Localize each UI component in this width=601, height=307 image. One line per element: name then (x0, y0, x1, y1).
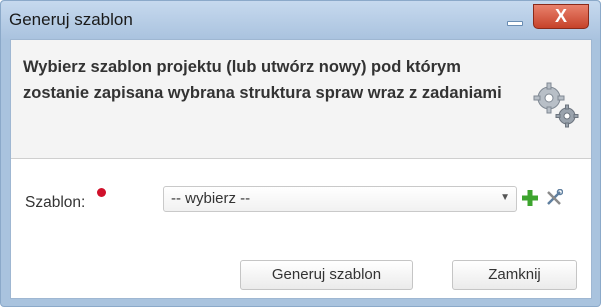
dialog-header: Wybierz szablon projektu (lub utwórz now… (11, 40, 591, 159)
generate-template-button[interactable]: Generuj szablon (240, 260, 413, 290)
titlebar[interactable]: Generuj szablon X (1, 1, 600, 39)
chevron-down-icon: ▼ (500, 192, 510, 203)
tools-icon[interactable] (545, 189, 563, 207)
template-form-row: Szablon: -- wybierz -- ▼ (11, 158, 591, 238)
template-select-value: -- wybierz -- (171, 190, 251, 207)
required-icon (97, 188, 106, 197)
template-select[interactable]: -- wybierz -- ▼ (163, 186, 517, 212)
window-title: Generuj szablon (9, 10, 133, 29)
dialog-footer: Generuj szablon Zamknij (11, 238, 591, 298)
close-button[interactable]: Zamknij (452, 260, 577, 290)
instruction-heading: Wybierz szablon projektu (lub utwórz now… (23, 58, 502, 102)
close-window-button[interactable]: X (533, 4, 589, 29)
minimize-button[interactable] (499, 11, 529, 31)
template-label: Szablon: (25, 194, 86, 211)
close-icon: X (554, 6, 567, 26)
dialog-panel: Wybierz szablon projektu (lub utwórz now… (10, 39, 592, 299)
plus-icon[interactable] (521, 189, 539, 207)
minimize-icon (507, 21, 523, 26)
dialog-window: Generuj szablon X Wybierz szablon projek… (0, 0, 601, 307)
gears-icon (533, 82, 579, 128)
